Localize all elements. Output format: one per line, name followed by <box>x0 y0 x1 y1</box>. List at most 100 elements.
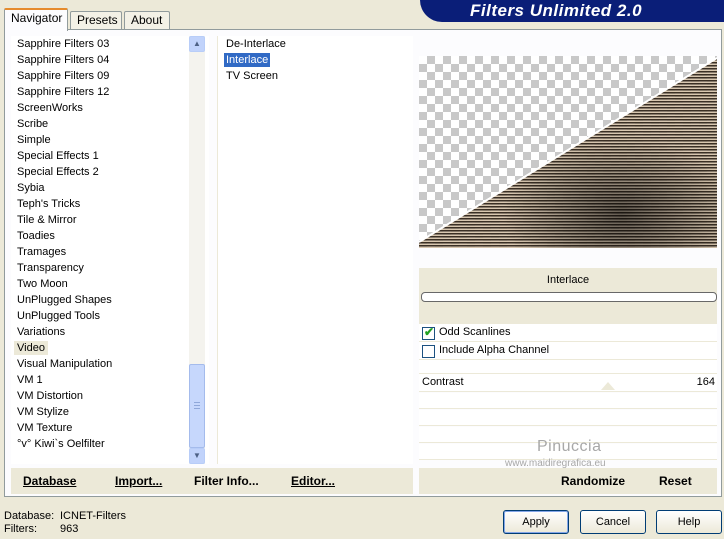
settings-toolbar: Randomize Reset <box>419 468 717 494</box>
include-alpha-checkbox[interactable] <box>422 345 435 358</box>
category-item[interactable]: Tile & Mirror <box>11 212 187 228</box>
database-button[interactable]: Database <box>23 474 76 488</box>
category-item[interactable]: VM Distortion <box>11 388 187 404</box>
category-label: ScreenWorks <box>17 102 83 114</box>
category-label: VM Distortion <box>17 390 84 402</box>
category-item[interactable]: Simple <box>11 132 187 148</box>
category-label: Sybia <box>17 182 45 194</box>
database-status-label: Database: <box>4 510 55 522</box>
category-item[interactable]: °v° Kiwi`s Oelfilter <box>11 436 187 452</box>
category-item[interactable]: Transparency <box>11 260 187 276</box>
category-label: UnPlugged Shapes <box>17 294 112 306</box>
filter-item[interactable]: De-Interlace <box>218 36 413 52</box>
contrast-value: 164 <box>696 376 715 388</box>
editor-button[interactable]: Editor... <box>291 474 335 488</box>
odd-scanlines-checkbox[interactable]: ✔ <box>422 325 435 340</box>
category-item[interactable]: Special Effects 2 <box>11 164 187 180</box>
category-label: Sapphire Filters 03 <box>17 38 110 50</box>
category-item[interactable]: VM 1 <box>11 372 187 388</box>
apply-button[interactable]: Apply <box>503 510 569 534</box>
checkmark-icon: ✔ <box>424 325 435 339</box>
scroll-down-button[interactable]: ▼ <box>189 448 205 464</box>
filters-status-value: 963 <box>60 523 79 535</box>
cancel-button[interactable]: Cancel <box>580 510 646 534</box>
category-item[interactable]: Special Effects 1 <box>11 148 187 164</box>
filter-settings-column: Interlace ✔ Odd Scanlines Include Alpha … <box>417 36 719 494</box>
category-label: Video <box>14 341 48 355</box>
category-label: VM Stylize <box>17 406 69 418</box>
empty-param-row <box>419 360 717 374</box>
scroll-up-button[interactable]: ▲ <box>189 36 205 52</box>
chevron-down-icon: ▼ <box>193 451 201 460</box>
category-label: Variations <box>17 326 66 338</box>
category-label: Sapphire Filters 12 <box>17 86 110 98</box>
category-item[interactable]: ScreenWorks <box>11 100 187 116</box>
category-label: Sapphire Filters 04 <box>17 54 110 66</box>
category-item[interactable]: UnPlugged Shapes <box>11 292 187 308</box>
editor-button-label: Editor... <box>291 474 336 488</box>
navigator-panel: Sapphire Filters 03 Sapphire Filters 04 Sa… <box>4 29 722 497</box>
category-list[interactable]: Sapphire Filters 03 Sapphire Filters 04 Sa… <box>11 36 209 464</box>
category-item[interactable]: UnPlugged Tools <box>11 308 187 324</box>
tab-about[interactable]: About <box>124 11 170 30</box>
navigator-toolbar: Database Import... Filter Info... Editor… <box>11 468 413 494</box>
category-item[interactable]: Sybia <box>11 180 187 196</box>
scroll-thumb[interactable] <box>189 364 205 448</box>
randomize-button[interactable]: Randomize <box>561 474 625 488</box>
include-alpha-row: Include Alpha Channel <box>419 342 717 360</box>
preview-graphic <box>419 57 717 248</box>
category-item[interactable]: Visual Manipulation <box>11 356 187 372</box>
filter-item[interactable]: TV Screen <box>218 68 413 84</box>
tab-navigator[interactable]: Navigator <box>4 8 68 31</box>
category-item[interactable]: Variations <box>11 324 187 340</box>
progress-bar <box>421 292 717 302</box>
preview-image <box>419 56 717 248</box>
contrast-slider[interactable]: Contrast 164 <box>419 374 717 392</box>
filter-label: Interlace <box>224 53 271 67</box>
category-label: Sapphire Filters 09 <box>17 70 110 82</box>
app-title: Filters Unlimited 2.0 <box>470 1 643 20</box>
category-item[interactable]: Sapphire Filters 12 <box>11 84 187 100</box>
category-item[interactable]: Video <box>11 340 187 356</box>
filter-name-panel: Interlace <box>419 268 717 324</box>
randomize-button-label: Randomize <box>561 474 626 488</box>
filter-list[interactable]: De-Interlace Interlace TV Screen <box>217 36 413 464</box>
category-label: Tile & Mirror <box>17 214 77 226</box>
filter-info-button[interactable]: Filter Info... <box>194 474 259 488</box>
filter-info-button-label: Filter Info... <box>194 474 259 488</box>
reset-button[interactable]: Reset <box>659 474 692 488</box>
category-item[interactable]: Sapphire Filters 09 <box>11 68 187 84</box>
chevron-up-icon: ▲ <box>193 39 201 48</box>
category-item[interactable]: Scribe <box>11 116 187 132</box>
filters-status-label: Filters: <box>4 523 37 535</box>
odd-scanlines-label: Odd Scanlines <box>439 326 511 338</box>
category-item[interactable]: Sapphire Filters 04 <box>11 52 187 68</box>
tab-presets[interactable]: Presets <box>70 11 122 30</box>
category-label: Special Effects 2 <box>17 166 99 178</box>
filter-name: Interlace <box>546 274 590 286</box>
category-item[interactable]: VM Stylize <box>11 404 187 420</box>
category-item[interactable]: Toadies <box>11 228 187 244</box>
category-item[interactable]: Sapphire Filters 03 <box>11 36 187 52</box>
category-item[interactable]: Teph's Tricks <box>11 196 187 212</box>
category-label: UnPlugged Tools <box>17 310 100 322</box>
empty-param-row <box>419 410 717 426</box>
category-item[interactable]: Two Moon <box>11 276 187 292</box>
filter-item[interactable]: Interlace <box>218 52 413 68</box>
watermark-title: Pinuccia <box>537 438 602 455</box>
status-area: Database: ICNET-Filters Filters: 963 <box>4 510 126 536</box>
contrast-label: Contrast <box>422 376 464 388</box>
category-scrollbar[interactable]: ▲ ▼ <box>189 36 205 464</box>
slider-thumb[interactable] <box>601 382 615 390</box>
category-label: Scribe <box>17 118 49 130</box>
category-item[interactable]: Tramages <box>11 244 187 260</box>
category-label: Visual Manipulation <box>17 358 113 370</box>
filter-label: TV Screen <box>226 70 278 82</box>
category-item[interactable]: VM Texture <box>11 420 187 436</box>
category-label: Simple <box>17 134 51 146</box>
import-button[interactable]: Import... <box>115 474 162 488</box>
help-button[interactable]: Help <box>656 510 722 534</box>
grip-icon <box>194 402 200 409</box>
category-label: VM Texture <box>17 422 73 434</box>
filter-label: De-Interlace <box>226 38 286 50</box>
